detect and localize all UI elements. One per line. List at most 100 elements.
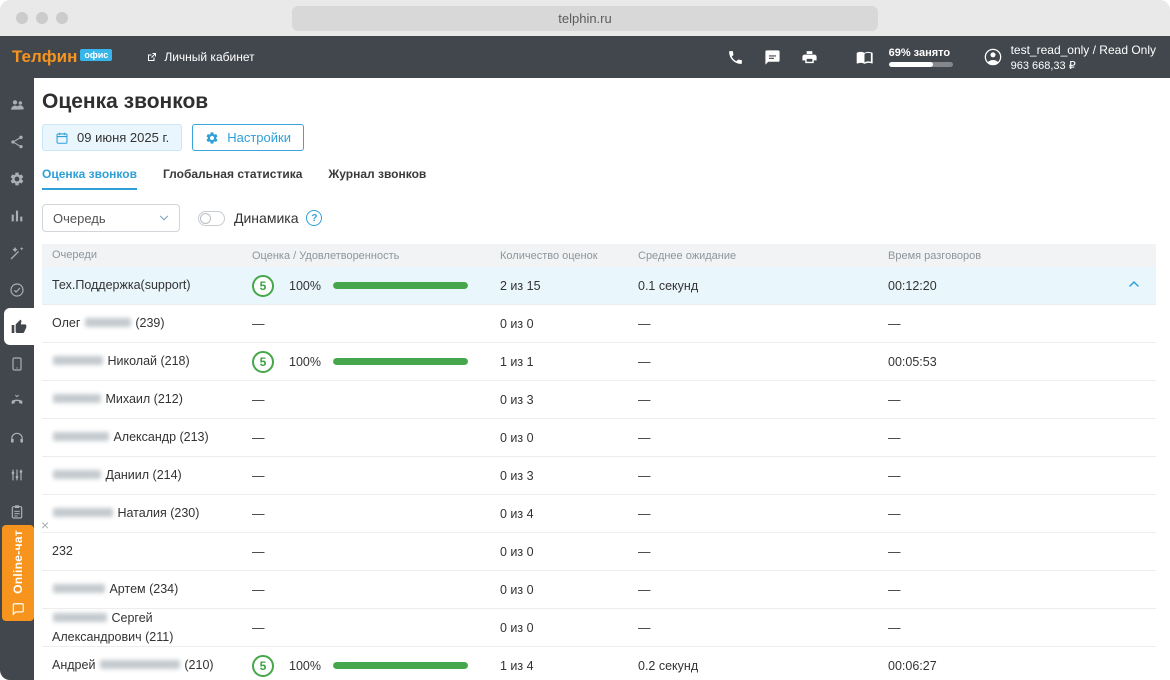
- tab-0[interactable]: Оценка звонков: [42, 167, 137, 190]
- column-header: Среднее ожидание: [628, 250, 878, 262]
- url-bar[interactable]: telphin.ru: [292, 6, 878, 31]
- talk-time: 00:06:27: [878, 659, 1126, 673]
- tab-1[interactable]: Глобальная статистика: [163, 167, 302, 190]
- user-avatar-icon[interactable]: [983, 47, 1003, 67]
- online-chat-tab[interactable]: Online-чат: [2, 525, 34, 621]
- ratings-count: 0 из 0: [490, 621, 628, 635]
- sidebar-item-check-circle[interactable]: [0, 271, 34, 308]
- table-row[interactable]: Наталия (230)—0 из 4——: [42, 495, 1156, 533]
- no-score-dash: —: [252, 507, 265, 521]
- talk-time: 00:12:20: [878, 279, 1126, 293]
- satisfaction-bar: [333, 358, 468, 365]
- date-picker-button[interactable]: 09 июня 2025 г.: [42, 124, 182, 151]
- usage-indicator: 69% занято: [889, 47, 953, 67]
- queue-name: Александр (213): [42, 428, 242, 446]
- check-circle-icon: [9, 282, 25, 298]
- table-body: Тех.Поддержка(support)5100%2 из 150.1 се…: [42, 267, 1156, 680]
- no-score-dash: —: [252, 583, 265, 597]
- page-title: Оценка звонков: [42, 90, 1156, 114]
- table-row[interactable]: 232—0 из 0——: [42, 533, 1156, 571]
- sidebar-item-users[interactable]: [0, 86, 34, 123]
- main-area: × Online-чат Оценка звонков 09 июня 2025…: [0, 78, 1170, 680]
- magic-wand-icon: [9, 245, 25, 261]
- avg-wait: —: [628, 545, 878, 559]
- usage-bar: [889, 62, 953, 67]
- redacted-text: [53, 432, 109, 441]
- column-header: Очереди: [42, 248, 242, 264]
- chat-close-button[interactable]: ×: [41, 517, 49, 533]
- queue-name: Артем (234): [42, 580, 242, 598]
- user-info[interactable]: test_read_only / Read Only 963 668,33 ₽: [1011, 43, 1156, 72]
- book-icon[interactable]: [856, 49, 873, 66]
- date-label: 09 июня 2025 г.: [77, 130, 169, 145]
- dynamics-toggle[interactable]: [198, 211, 225, 226]
- sidebar-item-levels[interactable]: [0, 456, 34, 493]
- sidebar-item-bar-chart[interactable]: [0, 197, 34, 234]
- avg-wait: —: [628, 317, 878, 331]
- window-minimize-button[interactable]: [36, 12, 48, 24]
- ratings-count: 0 из 4: [490, 507, 628, 521]
- sidebar-item-gear[interactable]: [0, 160, 34, 197]
- logo-text: Телфин: [12, 47, 77, 67]
- no-score-dash: —: [252, 431, 265, 445]
- sidebar-item-thumbs-up[interactable]: [4, 308, 34, 345]
- redacted-text: [100, 660, 180, 669]
- chat-icon[interactable]: [764, 49, 781, 66]
- name-text: Даниил (214): [102, 468, 182, 482]
- settings-label: Настройки: [227, 130, 291, 145]
- avg-wait: —: [628, 507, 878, 521]
- table-row[interactable]: Артем (234)—0 из 0——: [42, 571, 1156, 609]
- table-row[interactable]: Тех.Поддержка(support)5100%2 из 150.1 се…: [42, 267, 1156, 305]
- table-row[interactable]: Сергей Александрович (211)—0 из 0——: [42, 609, 1156, 647]
- help-icon[interactable]: ?: [306, 210, 322, 226]
- no-score-dash: —: [252, 317, 265, 331]
- queue-select[interactable]: Очередь: [42, 204, 180, 232]
- table-row[interactable]: Михаил (212)—0 из 3——: [42, 381, 1156, 419]
- gear-icon: [205, 131, 219, 145]
- queue-select-value: Очередь: [53, 211, 106, 226]
- tablet-icon: [9, 356, 25, 372]
- thumbs-up-icon: [11, 319, 27, 335]
- window-zoom-button[interactable]: [56, 12, 68, 24]
- chevron-up-icon[interactable]: [1126, 276, 1142, 292]
- controls-row: 09 июня 2025 г. Настройки: [42, 124, 1156, 151]
- window-close-button[interactable]: [16, 12, 28, 24]
- settings-button[interactable]: Настройки: [192, 124, 304, 151]
- chat-bubble-icon: [11, 602, 25, 616]
- sidebar-item-phone-missed[interactable]: [0, 382, 34, 419]
- phone-icon[interactable]: [727, 49, 744, 66]
- no-score-dash: —: [252, 469, 265, 483]
- sidebar-item-magic-wand[interactable]: [0, 234, 34, 271]
- talk-time: —: [878, 393, 1126, 407]
- name-text: Олег: [52, 316, 84, 330]
- column-header: Оценка / Удовлетворенность: [242, 250, 490, 262]
- name-text: Александр (213): [110, 430, 209, 444]
- queue-name: Тех.Поддержка(support): [42, 276, 242, 294]
- name-text: Андрей: [52, 658, 99, 672]
- phone-missed-icon: [9, 393, 25, 409]
- name-text: Михаил (212): [102, 392, 183, 406]
- table-row[interactable]: Олег (239)—0 из 0——: [42, 305, 1156, 343]
- avg-wait: —: [628, 583, 878, 597]
- table-row[interactable]: Александр (213)—0 из 0——: [42, 419, 1156, 457]
- logo[interactable]: Телфин офис: [12, 47, 112, 67]
- printer-icon[interactable]: [801, 49, 818, 66]
- no-score-dash: —: [252, 393, 265, 407]
- sidebar-item-tablet[interactable]: [0, 345, 34, 382]
- table-row[interactable]: Даниил (214)—0 из 3——: [42, 457, 1156, 495]
- sidebar-item-headset[interactable]: [0, 419, 34, 456]
- redacted-text: [53, 356, 103, 365]
- logo-badge: офис: [80, 49, 112, 61]
- table-row[interactable]: Андрей (210)5100%1 из 40.2 секунд00:06:2…: [42, 647, 1156, 680]
- redacted-text: [53, 470, 101, 479]
- ratings-count: 0 из 0: [490, 431, 628, 445]
- tab-2[interactable]: Журнал звонков: [328, 167, 426, 190]
- sidebar-item-share[interactable]: [0, 123, 34, 160]
- calendar-icon: [55, 131, 69, 145]
- ratings-count: 1 из 1: [490, 355, 628, 369]
- cabinet-link[interactable]: Личный кабинет: [146, 50, 254, 64]
- browser-chrome: telphin.ru: [0, 0, 1170, 36]
- table-row[interactable]: Николай (218)5100%1 из 1—00:05:53: [42, 343, 1156, 381]
- column-header: Количество оценок: [490, 250, 628, 262]
- avg-wait: 0.2 секунд: [628, 659, 878, 673]
